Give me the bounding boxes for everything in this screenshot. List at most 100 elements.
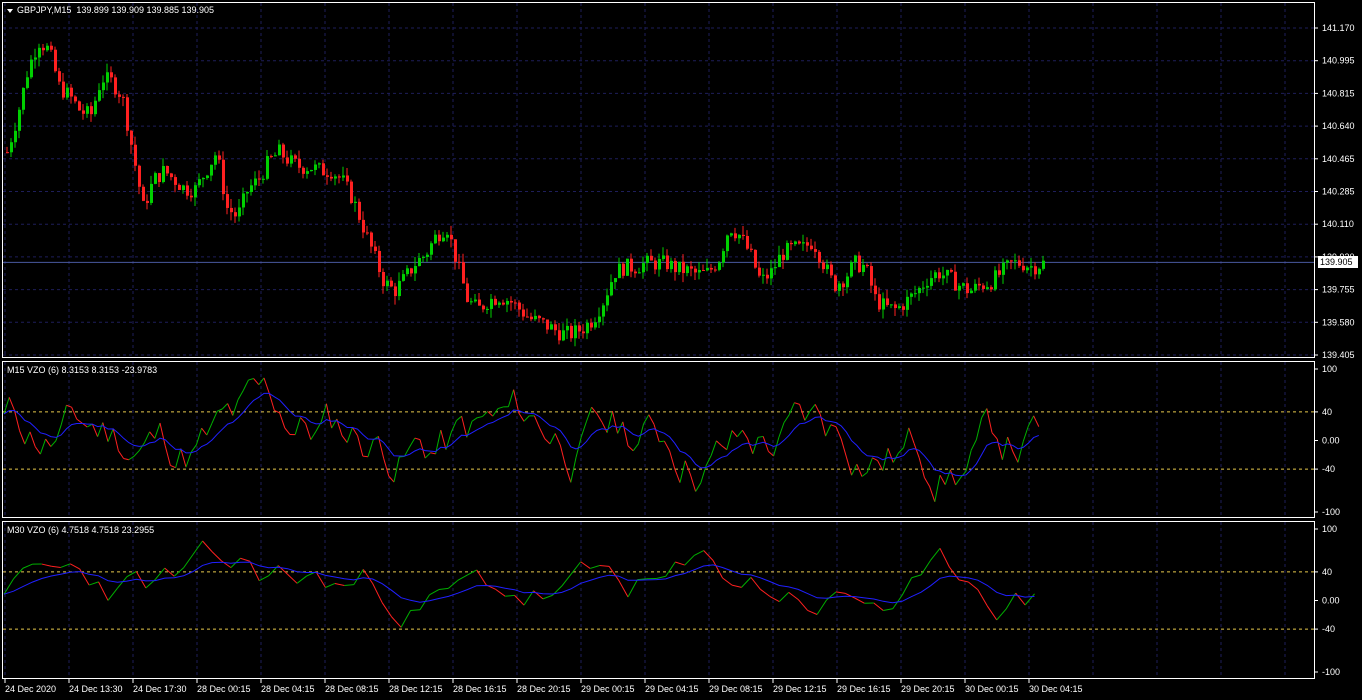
candle-body bbox=[178, 184, 181, 191]
candle-body bbox=[90, 106, 93, 115]
candle-body bbox=[410, 268, 413, 274]
candle-body bbox=[662, 255, 665, 259]
candle-body bbox=[530, 316, 533, 320]
vzo-line-segment bbox=[279, 412, 286, 429]
candle-body bbox=[150, 183, 153, 203]
candle-body bbox=[106, 72, 109, 83]
vzo-line-segment bbox=[731, 430, 738, 438]
vzo-line-segment bbox=[253, 378, 260, 386]
vzo-line-segment bbox=[596, 413, 603, 423]
candle-body bbox=[342, 175, 345, 178]
vzo-line-segment bbox=[929, 486, 936, 502]
candle-body bbox=[798, 241, 801, 244]
candle-body bbox=[186, 185, 189, 196]
vzo-line-segment bbox=[830, 424, 837, 428]
vzo-line-segment bbox=[599, 564, 610, 567]
vzo-line-segment bbox=[211, 551, 222, 562]
candle-body bbox=[362, 219, 365, 233]
vzo-line-segment bbox=[794, 402, 800, 405]
candle-body bbox=[926, 285, 929, 288]
vzo-line-segment bbox=[216, 408, 223, 412]
vzo-line-segment bbox=[918, 457, 925, 478]
vzo-signal-line bbox=[3, 392, 1039, 477]
vzo-line-segment bbox=[222, 403, 228, 410]
vzo-line-segment bbox=[908, 427, 915, 444]
vzo-line-segment bbox=[133, 450, 140, 457]
vzo-line-segment bbox=[773, 437, 780, 457]
candle-body bbox=[1002, 262, 1005, 275]
vzo-line-segment bbox=[760, 588, 771, 597]
vzo-line-segment bbox=[804, 410, 811, 421]
vzo-line-segment bbox=[1033, 415, 1040, 427]
candle-body bbox=[610, 282, 613, 296]
vzo-line-segment bbox=[965, 450, 972, 472]
candle-body bbox=[946, 269, 949, 276]
time-tick-label: 30 Dec 04:15 bbox=[1029, 684, 1083, 694]
vzo-line-segment bbox=[901, 577, 913, 596]
dropdown-arrow-icon[interactable] bbox=[7, 8, 13, 13]
vzo-line-segment bbox=[721, 445, 728, 451]
vzo-line-segment bbox=[164, 445, 171, 466]
vzo-line-segment bbox=[507, 389, 515, 407]
candle-body bbox=[378, 250, 381, 273]
vzo-line-segment bbox=[788, 591, 799, 600]
time-tick-label: 29 Dec 12:15 bbox=[773, 684, 827, 694]
candle-body bbox=[26, 77, 29, 88]
candle-body bbox=[698, 269, 701, 273]
vzo-line-segment bbox=[887, 448, 894, 463]
vzo-line-segment bbox=[611, 410, 619, 434]
candle-body bbox=[570, 325, 573, 339]
candle-body bbox=[638, 272, 641, 274]
vzo-line-segment bbox=[248, 378, 254, 381]
candle-body bbox=[58, 71, 61, 82]
candle-body bbox=[986, 287, 989, 289]
candle-body bbox=[394, 286, 397, 297]
candle-body bbox=[406, 268, 409, 275]
candle-body bbox=[682, 261, 685, 274]
vzo-line-segment bbox=[206, 422, 213, 436]
candle-body bbox=[1026, 267, 1029, 271]
vzo-line-segment bbox=[310, 431, 317, 440]
vzo-line-segment bbox=[747, 438, 754, 454]
vzo-line-segment bbox=[533, 590, 544, 600]
vzo-line-segment bbox=[580, 421, 587, 438]
candle-body bbox=[922, 287, 925, 289]
vzo-line-segment bbox=[674, 468, 681, 483]
candle-body bbox=[1014, 260, 1017, 262]
candle-body bbox=[350, 181, 353, 203]
vzo-line-segment bbox=[410, 609, 421, 612]
candle-body bbox=[114, 77, 117, 95]
price-tick-label: 140.285 bbox=[1322, 187, 1355, 197]
candle-body bbox=[446, 234, 449, 238]
candle-body bbox=[206, 175, 209, 179]
candle-body bbox=[630, 258, 633, 272]
chart-canvas[interactable]: 141.170 140.995 140.815 140.640 140.465 140.2… bbox=[0, 0, 1362, 700]
candle-body bbox=[870, 266, 873, 286]
candle-body bbox=[302, 167, 305, 174]
vzo-line-segment bbox=[175, 448, 182, 468]
vzo-line-segment bbox=[50, 440, 57, 447]
vzo-line-segment bbox=[986, 605, 998, 621]
time-tick-label: 29 Dec 16:15 bbox=[837, 684, 891, 694]
vzo-line-segment bbox=[726, 430, 733, 450]
vzo-line-segment bbox=[102, 422, 109, 442]
candle-body bbox=[282, 144, 285, 158]
vzo-line-segment bbox=[807, 609, 818, 615]
vzo-line-segment bbox=[346, 427, 353, 443]
vzo-line-segment bbox=[996, 608, 1007, 621]
vzo-line-segment bbox=[939, 474, 946, 485]
candle-body bbox=[1006, 260, 1009, 263]
candle-body bbox=[330, 176, 333, 179]
vzo-line-segment bbox=[656, 575, 666, 579]
candle-body bbox=[878, 294, 881, 310]
candle-body bbox=[182, 185, 185, 191]
main-pane-title[interactable]: GBPJPY,M15 139.899 139.909 139.885 139.9… bbox=[7, 5, 214, 15]
vzo-line-segment bbox=[930, 547, 941, 561]
vzo-line-segment bbox=[221, 560, 232, 569]
candle-body bbox=[506, 300, 509, 305]
axis-labels: 141.170 140.995 140.815 140.640 140.465 140.2… bbox=[4, 23, 1355, 694]
candle-body bbox=[118, 94, 121, 97]
candle-body bbox=[674, 260, 677, 273]
vzo-line-segment bbox=[51, 565, 61, 568]
vzo-line-segment bbox=[570, 457, 577, 483]
